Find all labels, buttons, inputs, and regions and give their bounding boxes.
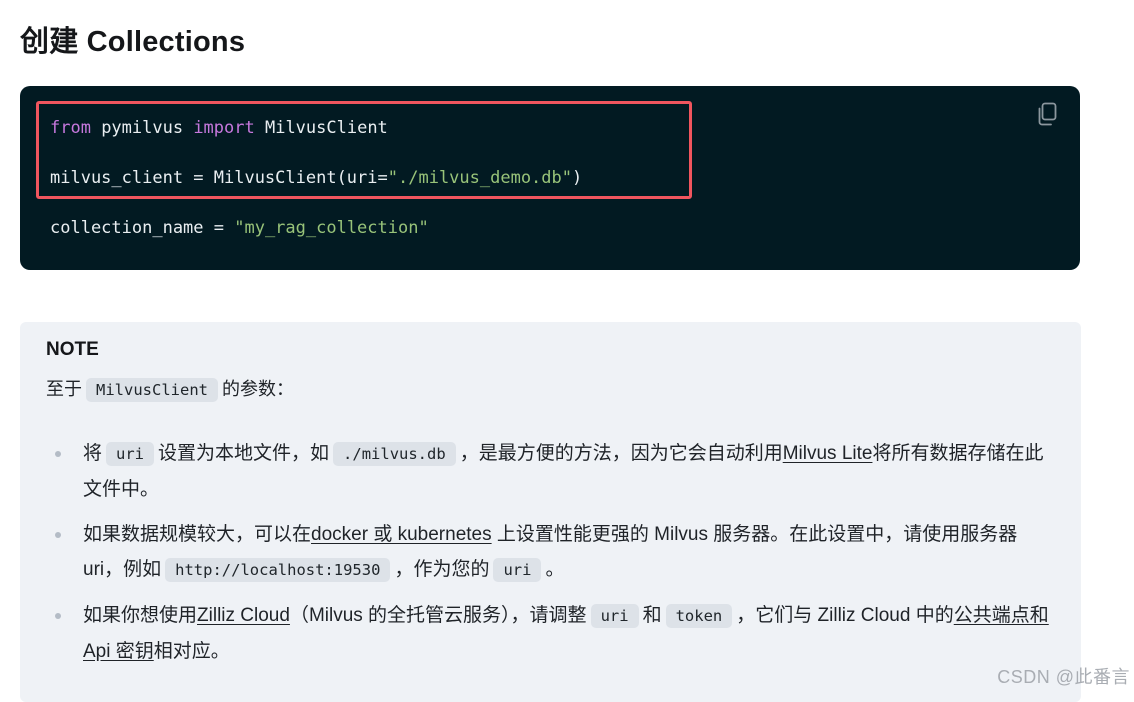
link-milvus-lite[interactable]: Milvus Lite [783,443,873,464]
link-zilliz-cloud[interactable]: Zilliz Cloud [197,605,290,626]
link-docker-kubernetes[interactable]: docker 或 kubernetes [311,524,492,545]
inline-code: MilvusClient [86,378,218,402]
list-item: 将 uri 设置为本地文件，如 ./milvus.db ，是最方便的方法，因为它会自动利… [46,436,1056,507]
bullet-text: 。 [545,559,565,580]
code-string: "my_rag_collection" [234,218,429,238]
note-intro-text: 至于 [46,379,82,399]
code-block: from pymilvus import MilvusClient milvus… [20,86,1080,270]
bullet-text: 如果你想使用 [83,605,198,626]
list-item: 如果数据规模较大，可以在docker 或 kubernetes 上设置性能更强的… [46,517,1056,588]
code-line-collection-name: collection_name = "my_rag_collection" [50,218,429,238]
list-item: 如果你想使用Zilliz Cloud（Milvus 的全托管云服务），请调整 ur… [46,598,1056,669]
bullet-text: ，作为您的 [394,559,490,580]
bullet-text: 将 [83,443,103,464]
bullet-text: 设置为本地文件，如 [158,443,330,464]
inline-code: ./milvus.db [333,442,456,466]
note-box: NOTE 至于 MilvusClient 的参数： 将 uri 设置为本地文件，如 ./m… [20,322,1081,702]
bullet-text: 和 [642,605,662,626]
note-intro: 至于 MilvusClient 的参数： [46,375,294,404]
bullet-text: 如果数据规模较大，可以在 [83,524,312,545]
note-intro-text: 的参数： [221,379,294,399]
bullet-text: 相对应。 [153,641,230,662]
bullet-dot-icon [55,532,61,538]
inline-code: http://localhost:19530 [165,558,391,582]
note-title: NOTE [46,339,99,360]
inline-code: uri [590,604,639,628]
page-title: 创建 Collections [20,26,246,58]
bullet-text: ，是最方便的方法，因为它会自动利用 [459,443,783,464]
watermark: CSDN @此番言 [997,667,1130,687]
code-text: collection_name = [50,218,235,238]
inline-code: uri [493,558,542,582]
bullet-dot-icon [55,451,61,457]
bullet-text: ，它们与 Zilliz Cloud 中的 [736,605,954,626]
highlight-annotation-box [36,101,692,199]
copy-icon-graphic [1038,102,1057,126]
bullet-dot-icon [55,613,61,619]
copy-icon[interactable] [1036,102,1058,126]
inline-code: uri [106,442,155,466]
note-bullet-list: 将 uri 设置为本地文件，如 ./milvus.db ，是最方便的方法，因为它会自动利… [46,436,1056,679]
inline-code: token [665,604,733,628]
bullet-text: （Milvus 的全托管云服务），请调整 [289,605,587,626]
